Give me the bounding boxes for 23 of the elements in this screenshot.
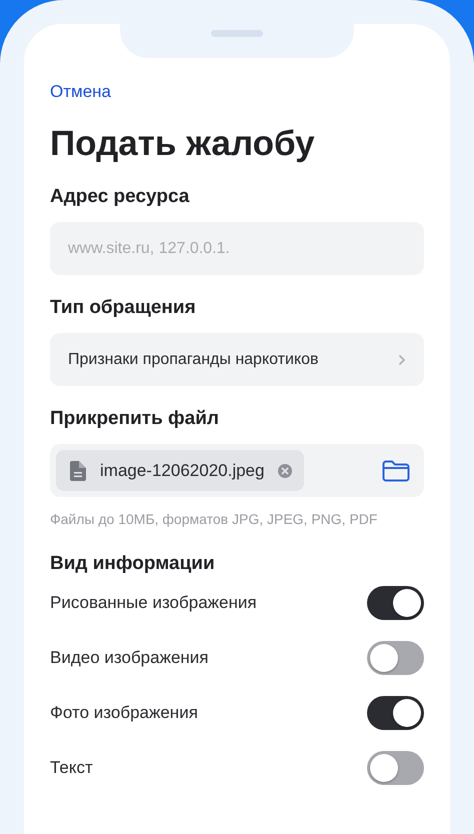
chevron-right-icon	[398, 354, 406, 366]
speaker-icon	[211, 30, 263, 37]
toggle-switch[interactable]	[367, 640, 424, 674]
address-field[interactable]: www.site.ru, 127.0.0.1.	[50, 222, 424, 275]
file-chip[interactable]: image-12062020.jpeg	[56, 450, 304, 491]
option-label: Фото изображения	[50, 702, 198, 722]
file-hint: Файлы до 10МБ, форматов JPG, JPEG, PNG, PDF	[50, 511, 378, 527]
document-icon	[70, 460, 86, 480]
remove-icon[interactable]	[278, 464, 292, 478]
page-title: Подать жалобу	[50, 124, 316, 164]
field-label: Прикрепить файл	[50, 408, 220, 430]
section-label: Вид информации	[50, 553, 216, 575]
option-label: Текст	[50, 758, 93, 778]
cancel-link[interactable]: Отмена	[50, 82, 111, 102]
toggle-switch[interactable]	[367, 750, 424, 784]
toggle-switch[interactable]	[367, 586, 424, 620]
field-label: Тип обращения	[50, 297, 197, 319]
toggle-switch[interactable]	[367, 696, 424, 730]
option-label: Рисованные изображения	[50, 592, 257, 612]
option-label: Видео изображения	[50, 648, 209, 668]
field-label: Адрес ресурса	[50, 186, 190, 208]
request-type-select[interactable]: Признаки пропаганды наркотиков	[50, 333, 424, 386]
folder-icon[interactable]	[382, 460, 410, 482]
